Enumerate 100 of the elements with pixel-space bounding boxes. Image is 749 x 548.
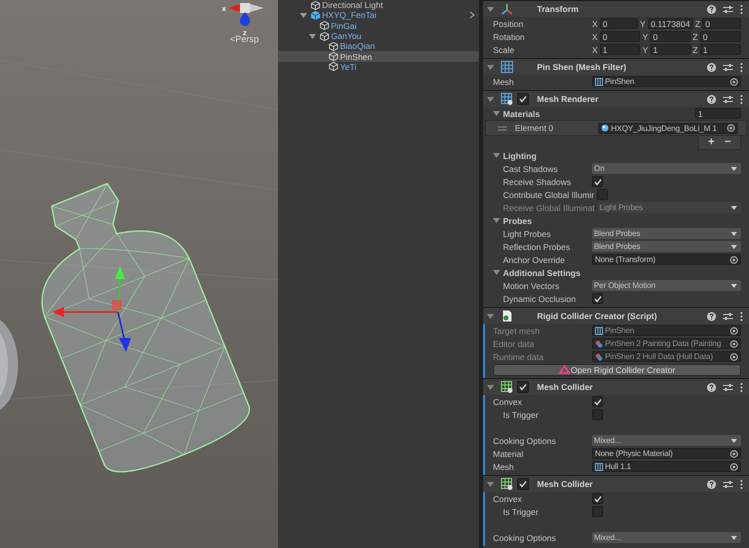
hierarchy-item[interactable]: BiaoQian [278,41,479,52]
more-options-icon[interactable] [740,94,743,104]
foldout-arrow-icon[interactable] [493,152,500,159]
hierarchy-item[interactable]: HXYQ_FenTai [278,10,479,21]
object-field[interactable]: None (Transform) [592,254,741,265]
more-options-icon[interactable] [740,480,743,488]
help-icon[interactable] [707,94,716,104]
target-icon[interactable] [727,124,735,132]
list-size-field[interactable]: 1 [695,108,741,119]
more-options-icon[interactable] [740,312,743,320]
foldout-arrow-icon[interactable] [493,110,500,117]
field-label: Rotation [493,32,526,42]
help-icon[interactable] [707,480,716,488]
dropdown[interactable]: Blend Probes [592,241,741,252]
field-label: Mesh [493,76,515,86]
checkbox[interactable] [597,189,608,200]
hierarchy-item[interactable]: PinShen [278,51,479,62]
component-header[interactable]: Mesh Collider [483,476,749,492]
number-field[interactable]: 0 [700,31,741,42]
checkbox[interactable] [592,293,603,304]
dropdown[interactable]: Mixed... [592,532,741,543]
number-field[interactable]: 0 [702,18,742,29]
help-icon[interactable] [707,4,716,14]
section-label[interactable]: Probes [503,216,532,226]
section-label[interactable]: Additional Settings [503,268,580,278]
field-label: Receive Shadows [503,176,572,186]
cube-icon [329,62,338,72]
foldout-arrow-icon[interactable] [493,269,500,276]
foldout-arrow-icon[interactable] [300,12,307,19]
object-field[interactable]: None (Physic Material) [592,448,741,459]
checkbox[interactable] [592,493,603,504]
enabled-checkbox[interactable] [517,381,529,393]
checkbox[interactable] [592,396,603,407]
help-icon[interactable] [707,382,716,392]
number-field[interactable]: 1 [600,44,640,55]
object-field[interactable]: PinShen [592,76,741,87]
enabled-checkbox[interactable] [517,93,529,105]
presets-icon[interactable] [723,480,733,488]
foldout-arrow-icon[interactable] [487,96,494,102]
enabled-checkbox[interactable] [517,478,529,490]
cube-icon [329,52,338,62]
dropdown[interactable]: Mixed... [592,435,741,446]
axis-label: X [592,18,598,28]
list-button[interactable]: − [720,136,736,148]
hierarchy-item[interactable]: GanYou [278,30,479,42]
caret-icon [731,206,737,210]
number-field[interactable]: 0 [600,31,640,42]
component-header[interactable]: Rigid Collider Creator (Script) [483,308,749,324]
open-creator-button[interactable]: Open Rigid Collider Creator [493,364,741,376]
number-field[interactable]: 0 [600,18,638,29]
foldout-arrow-icon[interactable] [493,217,500,224]
script-icon [501,310,513,322]
checkbox[interactable] [592,176,603,187]
component-title: Transform [537,4,580,14]
hierarchy-item[interactable]: Directional Light [278,0,479,10]
component-header[interactable]: Mesh Renderer [483,91,749,107]
foldout-arrow-icon[interactable] [487,312,494,320]
target-icon[interactable] [730,256,738,264]
section-label[interactable]: Lighting [503,150,537,160]
checkbox[interactable] [592,409,603,420]
more-options-icon[interactable] [740,4,743,14]
section-label[interactable]: Materials [503,108,540,118]
drag-handle-icon[interactable] [498,126,507,130]
axis-label: Z [695,18,700,28]
field-label: Mesh [493,462,515,472]
foldout-arrow-icon[interactable] [487,6,494,12]
help-icon[interactable] [707,312,716,320]
field-label: Editor data [493,338,536,348]
number-field[interactable]: 0.1173804 [648,18,694,29]
object-field[interactable]: HXQY_JiuJingDeng_BoLi_M 1 [598,122,738,134]
hierarchy-item[interactable]: YeTi [278,62,479,72]
dropdown[interactable]: On [592,163,741,174]
number-field[interactable]: 1 [700,44,741,55]
chevron-right-icon[interactable] [469,11,475,20]
hierarchy-item[interactable]: PinGai [278,20,479,31]
checkbox[interactable] [592,506,603,517]
object-field[interactable]: Hull 1.1 [592,461,741,472]
presets-icon[interactable] [723,94,733,104]
foldout-arrow-icon[interactable] [309,32,316,40]
foldout-arrow-icon[interactable] [487,384,494,390]
presets-icon[interactable] [723,4,733,14]
foldout-arrow-icon[interactable] [487,64,494,70]
more-options-icon[interactable] [740,62,743,72]
number-field[interactable]: 0 [650,31,691,42]
presets-icon[interactable] [723,382,733,392]
component-title: Mesh Collider [537,479,594,489]
dropdown[interactable]: Per Object Motion [592,280,741,291]
foldout-arrow-icon[interactable] [487,480,494,488]
help-icon[interactable] [707,62,716,72]
component-header[interactable]: Transform [483,1,749,17]
component-header[interactable]: Mesh Collider [483,379,749,395]
component-header[interactable]: Pin Shen (Mesh Filter) [483,59,749,75]
more-options-icon[interactable] [740,382,743,392]
number-field[interactable]: 1 [650,44,691,55]
dropdown[interactable]: Blend Probes [592,228,741,239]
presets-icon[interactable] [723,62,733,72]
presets-icon[interactable] [723,312,733,320]
list-button[interactable]: + [703,136,720,148]
target-icon[interactable] [730,78,738,86]
caret-icon [731,284,737,288]
